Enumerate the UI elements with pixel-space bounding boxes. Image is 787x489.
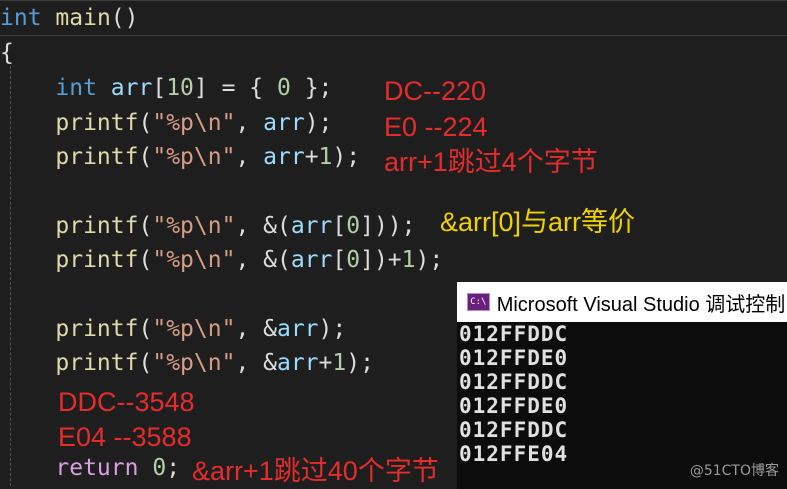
code-line-1[interactable]: int main() <box>0 1 139 35</box>
code-line-6[interactable]: printf("%p\n", &(arr[0])); <box>0 209 415 243</box>
code-line-10[interactable]: return 0; <box>0 451 180 485</box>
console-output-line: 012FFDDC <box>459 418 569 442</box>
code-line-8[interactable]: printf("%p\n", &arr); <box>0 312 346 346</box>
console-app-icon: C:\ <box>467 293 490 311</box>
annotation-arr0-equivalent: &arr[0]与arr等价 <box>440 207 636 237</box>
console-output-line: 012FFDDC <box>459 322 569 346</box>
annotation-dc-220: DC--220 <box>384 76 487 106</box>
code-line-3[interactable]: int arr[10] = { 0 }; <box>0 71 332 105</box>
console-output-line: 012FFDDC <box>459 370 569 394</box>
console-output-line: 012FFDE0 <box>459 346 569 370</box>
code-line-4[interactable]: printf("%p\n", arr); <box>0 106 332 140</box>
console-output: 012FFDDC 012FFDE0 012FFDDC 012FFDE0 012F… <box>457 322 787 466</box>
code-line-2[interactable]: { <box>0 36 14 70</box>
console-title: Microsoft Visual Studio 调试控制台 <box>496 293 787 316</box>
debug-console-window[interactable]: C:\ Microsoft Visual Studio 调试控制台 012FFD… <box>457 282 787 489</box>
console-titlebar[interactable]: C:\ Microsoft Visual Studio 调试控制台 <box>457 282 787 322</box>
annotation-ddc-3548: DDC--3548 <box>58 387 195 417</box>
annotation-arr-plus-1: arr+1跳过4个字节 <box>384 147 598 177</box>
code-line-5[interactable]: printf("%p\n", arr+1); <box>0 140 360 174</box>
annotation-addr-arr-plus-1: &arr+1跳过40个字节 <box>192 456 439 486</box>
code-line-9[interactable]: printf("%p\n", &arr+1); <box>0 346 374 380</box>
watermark: @51CTO博客 <box>689 463 779 479</box>
console-output-line: 012FFDE0 <box>459 394 569 418</box>
annotation-e04-3588: E04 --3588 <box>58 422 192 452</box>
annotation-e0-224: E0 --224 <box>384 112 488 142</box>
code-line-7[interactable]: printf("%p\n", &(arr[0])+1); <box>0 243 443 277</box>
